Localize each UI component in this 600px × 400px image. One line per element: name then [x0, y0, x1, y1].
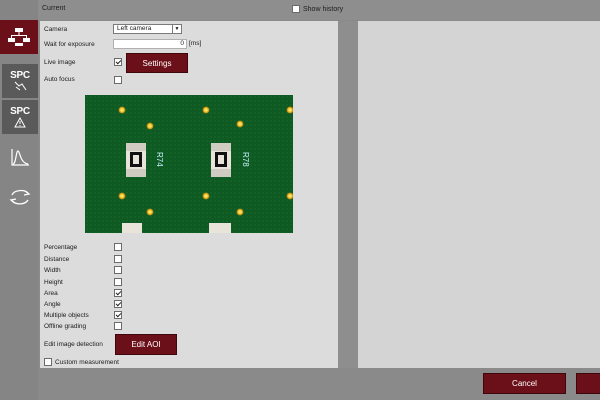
sidebar-item-spc-warning[interactable]: SPC [2, 100, 38, 134]
result-panel [358, 21, 600, 368]
wait-exposure-input[interactable]: 0 [113, 39, 187, 49]
cancel-button[interactable]: Cancel [483, 373, 566, 394]
edit-aoi-button[interactable]: Edit AOI [115, 334, 177, 355]
wait-exposure-label: Wait for exposure [44, 41, 95, 48]
measure-checkbox-height[interactable] [114, 278, 122, 286]
camera-select-value: Left camera [117, 25, 152, 32]
transfer-arrows-icon [9, 189, 31, 205]
sidebar-item-distribution[interactable] [2, 140, 38, 174]
measure-checkbox-percentage[interactable] [114, 243, 122, 251]
measure-label-area: Area [44, 290, 58, 297]
flowchart-icon [8, 28, 30, 46]
custom-measurement-toggle[interactable]: Custom measurement [44, 358, 119, 366]
measure-label-multiple-objects: Multiple objects [44, 312, 89, 319]
panel-divider [338, 21, 358, 368]
warning-icon [14, 116, 26, 127]
edit-detection-label: Edit image detection [44, 341, 103, 348]
wait-exposure-unit: [ms] [189, 40, 202, 47]
measure-checkbox-width[interactable] [114, 266, 122, 274]
sidebar-spc-warning-label: SPC [10, 105, 30, 117]
component-label-r78: R78 [241, 152, 250, 167]
sidebar-item-flowchart[interactable] [0, 20, 38, 54]
measure-checkbox-distance[interactable] [114, 255, 122, 263]
sidebar-item-spc-measure[interactable]: SPC [2, 64, 38, 98]
custom-measurement-checkbox[interactable] [44, 358, 52, 366]
distribution-curve-icon [11, 149, 29, 166]
auto-focus-checkbox[interactable] [114, 76, 122, 84]
component-label-r74: R74 [155, 152, 164, 167]
ok-button[interactable] [576, 373, 600, 394]
sidebar-spc-label: SPC [10, 70, 30, 81]
pcb-image: R74 R78 [85, 95, 293, 233]
camera-live-image[interactable]: R74 R78 [85, 95, 293, 233]
spc-chart-icon [14, 81, 27, 91]
measure-checkbox-multiple-objects[interactable] [114, 311, 122, 319]
measure-checkbox-area[interactable] [114, 289, 122, 297]
measure-checkbox-offline-grading[interactable] [114, 322, 122, 330]
live-image-checkbox[interactable] [114, 58, 122, 66]
show-history-label: Show history [303, 5, 344, 13]
sidebar-item-transfer[interactable] [2, 180, 38, 214]
live-image-label: Live image [44, 59, 76, 66]
sidebar: SPC SPC [0, 0, 38, 400]
camera-label: Camera [44, 26, 68, 33]
measure-label-percentage: Percentage [44, 244, 78, 251]
measure-label-height: Height [44, 279, 63, 286]
measure-label-offline-grading: Offline grading [44, 323, 87, 330]
measure-label-width: Width [44, 267, 61, 274]
show-history-toggle[interactable]: Show history [292, 5, 343, 13]
measure-checkbox-angle[interactable] [114, 300, 122, 308]
auto-focus-label: Auto focus [44, 76, 75, 83]
custom-measurement-label: Custom measurement [55, 358, 119, 366]
chevron-down-icon[interactable]: ▼ [172, 25, 181, 33]
measure-label-distance: Distance [44, 256, 70, 263]
camera-select[interactable]: Left camera ▼ [113, 24, 182, 34]
settings-button[interactable]: Settings [126, 53, 188, 73]
show-history-checkbox[interactable] [292, 5, 300, 13]
measure-label-angle: Angle [44, 301, 61, 308]
current-label: Current [42, 5, 66, 12]
